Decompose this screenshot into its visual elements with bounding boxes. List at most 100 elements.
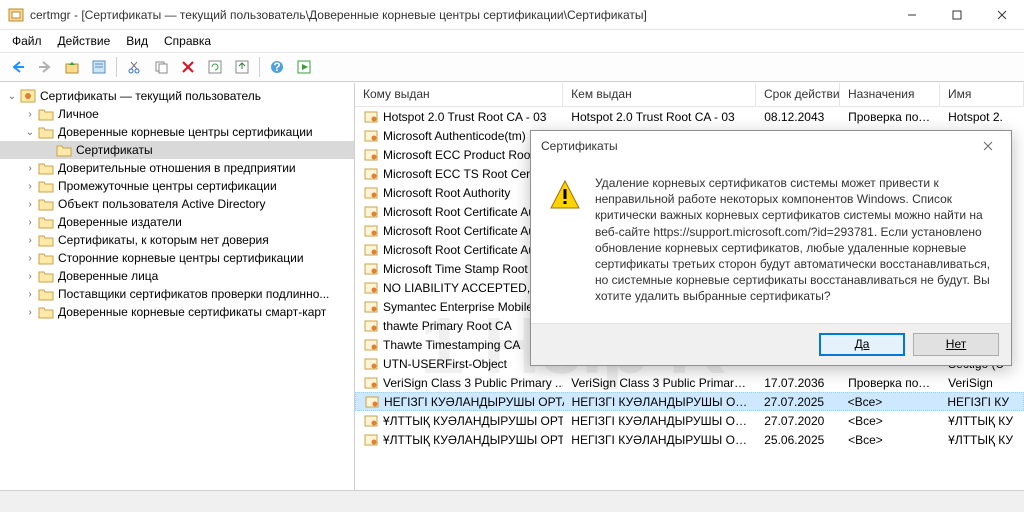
table-cell: НЕГІЗГІ КУӘЛАНДЫРУШЫ ОРТА... xyxy=(356,393,564,411)
column-header[interactable]: Кем выдан xyxy=(563,83,756,106)
table-cell: НЕГІЗГІ КУӘЛАНДЫРУШЫ ОРТА... xyxy=(564,394,756,410)
toolbar-refresh-icon[interactable] xyxy=(203,55,227,79)
table-cell: ҰЛТТЫҚ КУӘЛАНДЫРУШЫ ОРТА... xyxy=(355,431,563,449)
toolbar-back-icon[interactable] xyxy=(6,55,30,79)
cert-icon xyxy=(364,394,380,410)
tree-item[interactable]: ⌄Доверенные корневые центры сертификации xyxy=(0,123,354,141)
cert-icon xyxy=(363,280,379,296)
cert-icon xyxy=(363,337,379,353)
toolbar-export-icon[interactable] xyxy=(230,55,254,79)
table-cell: НЕГІЗГІ КУӘЛАНДЫРУШЫ ОРТА... xyxy=(563,413,756,429)
tree-label: Доверенные лица xyxy=(58,269,158,283)
table-cell: НЕГІЗГІ КУӘЛАНДЫРУШЫ ОРТА... xyxy=(563,432,756,448)
column-header[interactable]: Назначения xyxy=(840,83,940,106)
chevron-right-icon[interactable]: › xyxy=(22,106,38,122)
toolbar-cut-icon[interactable] xyxy=(122,55,146,79)
menu-Вид[interactable]: Вид xyxy=(118,32,156,50)
toolbar-copy-icon[interactable] xyxy=(149,55,173,79)
chevron-right-icon[interactable]: › xyxy=(22,232,38,248)
column-header[interactable]: Кому выдан xyxy=(355,83,563,106)
menubar: ФайлДействиеВидСправка xyxy=(0,30,1024,52)
tree-label: Доверительные отношения в предприятии xyxy=(58,161,296,175)
chevron-right-icon[interactable]: › xyxy=(22,214,38,230)
toolbar-help-icon[interactable]: ? xyxy=(265,55,289,79)
minimize-button[interactable] xyxy=(889,0,934,30)
tree-label: Сертификаты — текущий пользователь xyxy=(40,89,261,103)
folder-icon xyxy=(56,142,72,158)
menu-Справка[interactable]: Справка xyxy=(156,32,219,50)
chevron-right-icon[interactable]: › xyxy=(22,160,38,176)
toolbar-delete-icon[interactable] xyxy=(176,55,200,79)
table-cell: Проверка подлин... xyxy=(840,109,940,125)
menu-Файл[interactable]: Файл xyxy=(4,32,50,50)
dialog-message: Удаление корневых сертификатов системы м… xyxy=(595,175,993,305)
tree-label: Доверенные издатели xyxy=(58,215,182,229)
column-header[interactable]: Срок действия xyxy=(756,83,840,106)
table-cell: VeriSign Class 3 Public Primary ... xyxy=(355,374,563,392)
tree-label: Сертификаты xyxy=(76,143,153,157)
table-cell: <Все> xyxy=(840,432,940,448)
chevron-right-icon[interactable]: › xyxy=(22,304,38,320)
list-header[interactable]: Кому выданКем выданСрок действияНазначен… xyxy=(355,83,1024,107)
toolbar-play-icon[interactable] xyxy=(292,55,316,79)
table-cell: НЕГІЗГІ КУ xyxy=(939,394,1023,410)
table-cell: Hotspot 2. xyxy=(940,109,1024,125)
chevron-down-icon[interactable]: ⌄ xyxy=(22,124,38,140)
window-titlebar: certmgr - [Сертификаты — текущий пользов… xyxy=(0,0,1024,30)
chevron-right-icon[interactable]: › xyxy=(22,196,38,212)
chevron-right-icon[interactable]: › xyxy=(22,250,38,266)
cert-icon xyxy=(363,413,379,429)
tree-panel[interactable]: ⌄Сертификаты — текущий пользователь›Личн… xyxy=(0,83,355,490)
tree-item[interactable]: › Объект пользователя Active Directory xyxy=(0,195,354,213)
cert-icon xyxy=(363,356,379,372)
table-cell: Hotspot 2.0 Trust Root CA - 03 xyxy=(355,108,563,126)
toolbar-props-icon[interactable] xyxy=(87,55,111,79)
table-cell: ҰЛТТЫҚ КУӘЛАНДЫРУШЫ ОРТА... xyxy=(355,412,563,430)
toolbar-up-icon[interactable] xyxy=(60,55,84,79)
tree-item[interactable]: › Доверительные отношения в предприятии xyxy=(0,159,354,177)
table-row[interactable]: НЕГІЗГІ КУӘЛАНДЫРУШЫ ОРТА...НЕГІЗГІ КУӘЛ… xyxy=(355,392,1024,411)
cert-icon xyxy=(363,166,379,182)
chevron-right-icon[interactable]: › xyxy=(22,286,38,302)
table-row[interactable]: ҰЛТТЫҚ КУӘЛАНДЫРУШЫ ОРТА...НЕГІЗГІ КУӘЛА… xyxy=(355,430,1024,449)
no-button[interactable]: Нет xyxy=(913,333,999,356)
tree-item[interactable]: ›Доверенные корневые сертификаты смарт-к… xyxy=(0,303,354,321)
folder-icon xyxy=(38,214,54,230)
close-button[interactable] xyxy=(979,0,1024,30)
dialog-titlebar[interactable]: Сертификаты xyxy=(531,131,1011,161)
toolbar-forward-icon[interactable] xyxy=(33,55,57,79)
tree-label: Сертификаты, к которым нет доверия xyxy=(58,233,269,247)
tree-label: Личное xyxy=(58,107,99,121)
dialog-close-icon[interactable] xyxy=(973,134,1003,158)
chevron-right-icon[interactable]: › xyxy=(22,178,38,194)
menu-Действие[interactable]: Действие xyxy=(50,32,119,50)
maximize-button[interactable] xyxy=(934,0,979,30)
yes-button[interactable]: Да xyxy=(819,333,905,356)
chevron-right-icon[interactable]: › xyxy=(22,268,38,284)
table-cell: 27.07.2020 xyxy=(756,413,840,429)
table-cell: <Все> xyxy=(840,394,940,410)
folder-icon xyxy=(38,124,54,140)
tree-item[interactable]: › Доверенные издатели xyxy=(0,213,354,231)
table-cell: 08.12.2043 xyxy=(756,109,840,125)
table-row[interactable]: ҰЛТТЫҚ КУӘЛАНДЫРУШЫ ОРТА...НЕГІЗГІ КУӘЛА… xyxy=(355,411,1024,430)
warning-icon xyxy=(549,179,581,211)
chevron-down-icon[interactable]: ⌄ xyxy=(4,88,20,104)
table-row[interactable]: Hotspot 2.0 Trust Root CA - 03 Hotspot 2.… xyxy=(355,107,1024,126)
tree-item[interactable]: ›Сторонние корневые центры сертификации xyxy=(0,249,354,267)
toolbar: ? xyxy=(0,52,1024,82)
tree-item[interactable]: ›Поставщики сертификатов проверки подлин… xyxy=(0,285,354,303)
folder-icon xyxy=(38,196,54,212)
tree-item[interactable]: › Личное xyxy=(0,105,354,123)
tree-label: Объект пользователя Active Directory xyxy=(58,197,266,211)
table-cell: ҰЛТТЫҚ КУ xyxy=(940,413,1024,429)
tree-item[interactable]: › Доверенные лица xyxy=(0,267,354,285)
tree-item[interactable]: Сертификаты xyxy=(0,141,354,159)
table-row[interactable]: VeriSign Class 3 Public Primary ...VeriS… xyxy=(355,373,1024,392)
tree-item[interactable]: › Сертификаты, к которым нет доверия xyxy=(0,231,354,249)
tree-item[interactable]: ›Промежуточные центры сертификации xyxy=(0,177,354,195)
tree-item[interactable]: ⌄ Сертификаты — текущий пользователь xyxy=(0,87,354,105)
cert-icon xyxy=(363,185,379,201)
cert-icon xyxy=(363,299,379,315)
column-header[interactable]: Имя xyxy=(940,83,1024,106)
